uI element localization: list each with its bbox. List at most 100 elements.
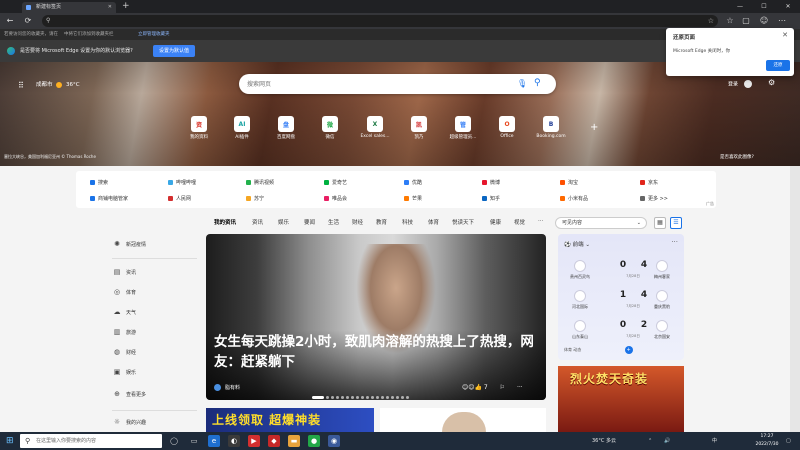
quick-link-8[interactable]: B Booking.com (535, 116, 567, 139)
notification-icon[interactable]: ▢ (786, 432, 791, 450)
popular-link[interactable]: 哔哩哔哩 (168, 179, 196, 187)
more-options-icon[interactable]: ··· (517, 384, 523, 391)
settings-menu-icon[interactable]: ⋯ (776, 15, 788, 27)
grid-view-button[interactable]: ▦ (654, 217, 666, 229)
quick-link-7[interactable]: O Office (491, 116, 523, 139)
news-tab[interactable]: 生活 (328, 218, 339, 226)
popular-link[interactable]: 商铺电脑管家 (90, 195, 128, 203)
match-row[interactable]: 贵州百灵鸟 梅州客家 0 4 7月28日 (558, 256, 684, 286)
article-title[interactable]: 女生每天跳操2小时，致肌肉溶解的热搜上了热搜，网友：赶紧躺下 (214, 332, 542, 372)
steam-taskbar-icon[interactable]: ◉ (328, 435, 340, 447)
popular-link[interactable]: 搜索 (90, 179, 108, 187)
web-search-input[interactable] (247, 78, 507, 90)
page-scrollbar[interactable] (790, 166, 800, 432)
popular-link[interactable]: 人民网 (168, 195, 191, 203)
sports-heading[interactable]: ⚽ 前端 ⌄ (564, 240, 590, 248)
list-view-button[interactable]: ☰ (670, 217, 682, 229)
back-button[interactable]: ← (4, 15, 16, 27)
taskbar-view-icon[interactable]: ▭ (188, 435, 200, 447)
quick-link-2[interactable]: 盘百度网盘 (270, 116, 302, 140)
popular-link[interactable]: 知乎 (482, 195, 500, 203)
microphone-icon[interactable]: 🎙 (517, 78, 527, 90)
news-tab[interactable]: 悦读天下 (452, 218, 474, 226)
popular-link[interactable]: 小米有品 (560, 195, 588, 203)
news-tab[interactable]: 资讯 (252, 218, 263, 226)
profile-icon[interactable]: ☺ (758, 15, 770, 27)
news-tab[interactable]: 要闻 (304, 218, 315, 226)
app2-taskbar-icon[interactable]: ◆ (268, 435, 280, 447)
weather-tray[interactable]: 36°C 多云 (592, 432, 616, 450)
taskbar-search[interactable]: ⚲ 在这里输入你要搜索的内容 (20, 434, 162, 448)
manage-favorites-link[interactable]: 立即管理收藏夹 (138, 29, 170, 40)
news-tab[interactable]: 财经 (352, 218, 363, 226)
new-tab-button[interactable]: + (122, 1, 130, 11)
popular-link[interactable]: 腾讯视频 (246, 179, 274, 187)
collections-icon[interactable]: ☆ (708, 15, 714, 27)
popular-link[interactable]: 更多 >> (640, 195, 668, 203)
popular-link[interactable]: 唯品会 (324, 195, 347, 203)
quick-link-4[interactable]: X Excel sales... (359, 116, 391, 139)
tab-close-icon[interactable]: ✕ (108, 2, 112, 13)
bookmark-icon[interactable]: ⚐ (500, 384, 505, 391)
quick-link-0[interactable]: 资我的资料 (183, 116, 215, 140)
refresh-button[interactable]: ⟳ (22, 15, 34, 27)
nav-item[interactable]: ▥ 旅游 (112, 328, 136, 336)
favorites-icon[interactable]: ☆ (724, 15, 736, 27)
app-taskbar-icon[interactable]: ◐ (228, 435, 240, 447)
match-row[interactable]: 河北国际 重庆黑豹 1 4 7月28日 (558, 286, 684, 316)
popular-link[interactable]: 芒果 (404, 195, 422, 203)
ime-indicator[interactable]: 中 (712, 432, 717, 450)
task-view-icon[interactable]: ◯ (168, 435, 180, 447)
news-tab[interactable]: 教育 (376, 218, 387, 226)
popular-link[interactable]: 京东 (640, 179, 658, 187)
nav-item[interactable]: ⊕ 查看更多 (112, 390, 146, 398)
nav-item[interactable]: ◍ 财经 (112, 348, 136, 356)
popular-link[interactable]: 优酷 (404, 179, 422, 187)
set-default-button[interactable]: 设置为默认值 (153, 45, 196, 57)
nav-item[interactable]: ◎ 体育 (112, 288, 136, 296)
promo-banner[interactable]: 上线领取 超爆神装 (206, 408, 374, 432)
edge-taskbar-icon[interactable]: e (208, 435, 220, 447)
tab-new-tab[interactable]: 新建标签页 ✕ (22, 2, 116, 13)
popular-link[interactable]: 爱奇艺 (324, 179, 347, 187)
next-article-card[interactable] (380, 408, 546, 432)
news-tab[interactable]: 体育 (428, 218, 439, 226)
news-tab[interactable]: 健康 (490, 218, 501, 226)
nav-my-interests[interactable]: ☼ 我的兴趣 (112, 418, 146, 426)
reactions[interactable]: 😊😊👍 7 (462, 384, 488, 391)
news-tab[interactable]: 我的资讯 (214, 218, 236, 226)
collections-button-icon[interactable]: ▢ (740, 15, 752, 27)
game-ad-banner[interactable]: 烈火焚天奇装 (558, 366, 684, 432)
article-source[interactable]: 脂有料 (214, 384, 240, 391)
restore-button[interactable]: 还原 (766, 60, 790, 71)
app-launcher-icon[interactable]: ⠿ (18, 81, 24, 90)
nav-item[interactable]: ▣ 娱乐 (112, 368, 136, 376)
media-taskbar-icon[interactable]: ▶ (248, 435, 260, 447)
network-icon[interactable]: ⌃ (648, 432, 652, 450)
news-tab[interactable]: 娱乐 (278, 218, 289, 226)
file-explorer-icon[interactable]: ▬ (288, 435, 300, 447)
nav-item[interactable]: ☁ 天气 (112, 308, 137, 316)
login-button[interactable]: 登录 (728, 80, 752, 88)
popular-link[interactable]: 苏宁 (246, 195, 264, 203)
add-quick-link-button[interactable]: + (590, 122, 598, 133)
weather-widget[interactable]: 成都市 36°C (36, 80, 80, 88)
minimize-button[interactable]: — (728, 0, 752, 13)
window-close-button[interactable]: ✕ (776, 0, 800, 13)
quick-link-3[interactable]: 微微信 (314, 116, 346, 140)
popular-link[interactable]: 淘宝 (560, 179, 578, 187)
sports-add-button[interactable]: + (624, 346, 633, 354)
content-visibility-dropdown[interactable]: 可见内容 ⌄ (555, 217, 647, 229)
popup-close-icon[interactable]: ✕ (782, 31, 788, 39)
image-credit[interactable]: 塞拉大峡谷，美国加利福尼亚州 © Thomas Roche (4, 154, 96, 160)
volume-icon[interactable]: 🔊 (664, 432, 670, 450)
system-clock[interactable]: 17:27 2022/7/30 (752, 433, 782, 449)
featured-article[interactable]: 女生每天跳操2小时，致肌肉溶解的热搜上了热搜，网友：赶紧躺下 脂有料 😊😊👍 7… (206, 234, 546, 400)
sports-card[interactable]: ⚽ 前端 ⌄ ··· 体育 动态 + 贵州百灵鸟 梅州客家 0 4 7月28日 河北国际重… (558, 234, 684, 360)
news-tab[interactable]: 视觉 (514, 218, 525, 226)
quick-link-6[interactable]: 管超级管理员... (447, 116, 479, 140)
carousel-indicator[interactable] (312, 394, 442, 399)
nav-new-card[interactable]: ✺ 新冠疫情 (112, 240, 146, 248)
address-bar[interactable]: ⚲ ☆ (42, 15, 718, 27)
popular-link[interactable]: 微博 (482, 179, 500, 187)
